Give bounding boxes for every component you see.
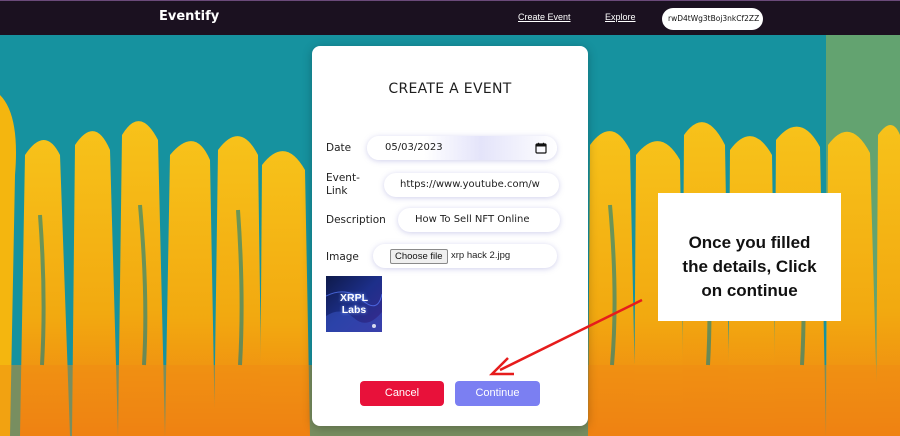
wallet-address-button[interactable]: rwD4tWg3tBoj3nkCf2ZZ bbox=[662, 8, 763, 30]
create-event-modal: CREATE A EVENT Date 05/03/2023 Event- Li… bbox=[312, 46, 588, 426]
nav-link-create-event[interactable]: Create Event bbox=[518, 12, 571, 22]
callout-line-2: the details, Click bbox=[682, 257, 817, 276]
event-link-input[interactable]: https://www.youtube.com/w bbox=[384, 173, 559, 197]
top-navbar: Eventify Create Event Explore rwD4tWg3tB… bbox=[0, 0, 900, 35]
image-preview: XRPL Labs bbox=[326, 276, 382, 332]
date-input[interactable]: 05/03/2023 bbox=[367, 136, 557, 160]
date-value: 05/03/2023 bbox=[385, 142, 443, 153]
calendar-icon[interactable] bbox=[535, 142, 547, 154]
event-link-label: Event- Link bbox=[326, 172, 360, 198]
continue-button[interactable]: Continue bbox=[455, 381, 540, 406]
callout-line-3: on continue bbox=[701, 281, 798, 300]
selected-file-name: xrp hack 2.jpg bbox=[451, 250, 511, 261]
nav-link-explore[interactable]: Explore bbox=[605, 12, 636, 22]
callout-text: Once you filled the details, Click on co… bbox=[658, 231, 841, 303]
event-link-value: https://www.youtube.com/w bbox=[400, 179, 540, 190]
event-link-label-line2: Link bbox=[326, 185, 348, 197]
date-label: Date bbox=[326, 142, 352, 154]
description-label: Description bbox=[326, 214, 386, 226]
callout-line-1: Once you filled bbox=[688, 233, 811, 252]
brand-logo[interactable]: Eventify bbox=[159, 9, 219, 24]
image-label: Image bbox=[326, 251, 359, 263]
instruction-callout: Once you filled the details, Click on co… bbox=[658, 193, 841, 321]
form-title: CREATE A EVENT bbox=[388, 81, 512, 97]
choose-file-button[interactable]: Choose file bbox=[390, 249, 448, 264]
description-input[interactable]: How To Sell NFT Online bbox=[398, 208, 560, 232]
image-file-input[interactable]: Choose file xrp hack 2.jpg bbox=[373, 244, 557, 268]
cancel-button[interactable]: Cancel bbox=[360, 381, 444, 406]
description-value: How To Sell NFT Online bbox=[415, 214, 530, 225]
event-link-label-line1: Event- bbox=[326, 172, 360, 184]
image-preview-text: XRPL Labs bbox=[339, 292, 368, 316]
